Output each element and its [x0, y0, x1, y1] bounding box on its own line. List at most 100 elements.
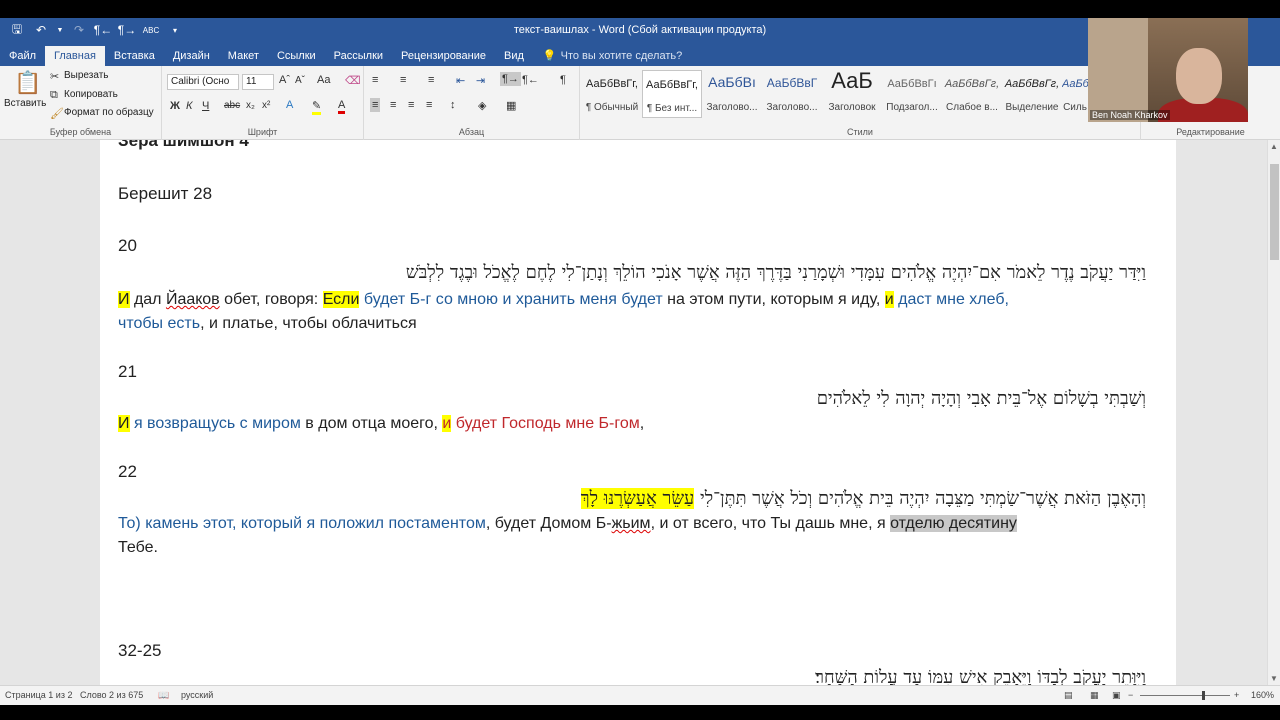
styles-group: АаБбВвГг, ¶ Обычный АаБбВвГг, ¶ Без инт.… [580, 66, 1140, 140]
style-no-spacing[interactable]: АаБбВвГг, ¶ Без инт... [642, 70, 702, 118]
vertical-scrollbar[interactable]: ▲ ▼ [1267, 140, 1280, 685]
tab-mailings[interactable]: Рассылки [325, 46, 392, 66]
lightbulb-icon: 💡 [542, 50, 557, 62]
word-count[interactable]: Слово 2 из 675 [80, 690, 143, 700]
print-layout-icon[interactable]: ▦ [1090, 690, 1099, 701]
paste-button[interactable]: Вставить [4, 98, 46, 109]
style-name: Заголово... [766, 102, 818, 113]
multilevel-list-icon[interactable]: ≡ [428, 74, 434, 86]
tab-design[interactable]: Дизайн [164, 46, 219, 66]
style-heading-2[interactable]: АаБбВвГ Заголово... [762, 70, 822, 118]
increase-indent-icon[interactable]: ⇥ [476, 74, 485, 87]
shrink-font-icon[interactable]: Aˇ [295, 75, 305, 86]
style-name: Подзагол... [886, 102, 938, 113]
scroll-down-icon[interactable]: ▼ [1270, 674, 1278, 683]
text-run: чтобы есть [118, 315, 201, 332]
scroll-up-icon[interactable]: ▲ [1270, 142, 1278, 151]
tab-file[interactable]: Файл [0, 46, 45, 66]
numbering-icon[interactable]: ≡ [400, 74, 406, 86]
tab-insert[interactable]: Вставка [105, 46, 164, 66]
style-preview: АаБ [831, 68, 873, 93]
zoom-out-icon[interactable]: − [1128, 690, 1133, 700]
page-count[interactable]: Страница 1 из 2 [5, 690, 72, 700]
align-center-icon[interactable]: ≡ [390, 99, 396, 111]
verse-number: 21 [118, 362, 137, 381]
copy-button[interactable]: Копировать [64, 89, 118, 100]
scroll-thumb[interactable] [1270, 164, 1279, 260]
webcam-background [1088, 18, 1148, 122]
zoom-slider[interactable] [1140, 691, 1230, 700]
paste-icon[interactable]: 📋 [14, 70, 41, 96]
superscript-icon[interactable]: x² [262, 100, 270, 111]
text-run: отделю десятину [890, 515, 1017, 532]
webcam-name: Ben Noah Kharkov [1090, 110, 1170, 120]
web-layout-icon[interactable]: ▣ [1112, 690, 1121, 701]
tab-view[interactable]: Вид [495, 46, 533, 66]
font-color-icon[interactable]: A [338, 99, 346, 114]
zoom-in-icon[interactable]: + [1234, 690, 1239, 700]
document-page[interactable]: Зера шимшон 4 Берешит 28 20 וַיִּדַּר יַ… [100, 140, 1176, 685]
style-preview: АаБбВвГг, [646, 79, 698, 91]
cut-button[interactable]: Вырезать [64, 70, 108, 81]
text-run: обет, говоря: [219, 291, 323, 308]
zoom-level[interactable]: 160% [1251, 690, 1274, 700]
tab-layout[interactable]: Макет [219, 46, 268, 66]
format-painter-icon[interactable]: 🖌 [50, 107, 64, 120]
style-preview: АаБбВı [708, 74, 756, 90]
tab-review[interactable]: Рецензирование [392, 46, 495, 66]
bold-icon[interactable]: Ж [170, 100, 180, 112]
decrease-indent-icon[interactable]: ⇤ [456, 74, 465, 87]
show-marks-icon[interactable]: ¶ [560, 74, 566, 86]
grow-font-icon[interactable]: Aˆ [279, 74, 290, 86]
editing-group-label: Редактирование [1176, 127, 1245, 137]
language[interactable]: русский [181, 690, 213, 700]
text-run: , будет Домом Б- [485, 515, 612, 532]
text-run: я возвращусь с миром [129, 415, 301, 432]
subscript-icon[interactable]: x₂ [246, 100, 255, 111]
font-size-combo[interactable]: 11 [242, 74, 274, 90]
tab-references[interactable]: Ссылки [268, 46, 325, 66]
align-right-icon[interactable]: ≡ [408, 99, 414, 111]
text-run: Йаакoв [165, 291, 220, 308]
tab-home[interactable]: Главная [45, 46, 105, 66]
proofing-icon[interactable]: 📖 [158, 690, 169, 701]
align-left-icon[interactable]: ≡ [370, 98, 381, 112]
style-subtitle[interactable]: АаБбВвГı Подзагол... [882, 70, 942, 118]
clipboard-group: 📋 Вставить ✂ Вырезать ⧉ Копировать 🖌 Фор… [0, 66, 162, 140]
webcam-person-head [1176, 48, 1222, 104]
shading-icon[interactable]: ◈ [478, 99, 486, 112]
justify-icon[interactable]: ≡ [426, 99, 432, 111]
style-heading-1[interactable]: АаБбВı Заголово... [702, 70, 762, 118]
highlight-color-icon[interactable]: ✎ [312, 99, 322, 115]
style-subtle-emphasis[interactable]: АаБбВвГг, Слабое в... [942, 70, 1002, 118]
text-run: И [118, 291, 130, 308]
read-mode-icon[interactable]: ▤ [1064, 690, 1073, 701]
tell-me-box[interactable]: 💡 Что вы хотите сделать? [543, 46, 682, 66]
text-run: будет Господь мне Б-гом [451, 415, 640, 432]
styles-group-label: Стили [847, 127, 873, 137]
ltr-text-icon[interactable]: ¶→ [500, 72, 521, 86]
font-group: Calibri (Осно 11 Aˆ Aˇ Aa ⌫ Ж К Ч abc x₂… [162, 66, 364, 140]
change-case-icon[interactable]: Aa [317, 74, 330, 86]
verse-number: 20 [118, 236, 137, 255]
italic-icon[interactable]: К [186, 100, 192, 112]
zoom-slider-knob[interactable] [1202, 691, 1205, 700]
style-intense-emphasis[interactable]: АаБб Силь [1062, 70, 1088, 118]
copy-icon[interactable]: ⧉ [50, 89, 58, 102]
strikethrough-icon[interactable]: abc [224, 100, 240, 111]
text-effects-icon[interactable]: A [286, 99, 293, 111]
underline-icon[interactable]: Ч [202, 100, 209, 112]
format-painter-button[interactable]: Формат по образцу [64, 107, 154, 118]
line-spacing-icon[interactable]: ↕ [450, 99, 456, 111]
scissors-icon[interactable]: ✂ [50, 70, 59, 83]
bullets-icon[interactable]: ≡ [372, 74, 378, 86]
font-name-combo[interactable]: Calibri (Осно [167, 74, 239, 90]
rtl-text-icon[interactable]: ¶← [522, 74, 539, 86]
style-title[interactable]: АаБ Заголовок [822, 68, 882, 118]
word-window: 🖫 ↶ ▼ ↷ ¶← ¶→ ABC ▾ текст-ваишлах - Word… [0, 0, 1280, 705]
clear-format-icon[interactable]: ⌫ [345, 74, 361, 87]
borders-icon[interactable]: ▦ [506, 99, 516, 112]
style-emphasis[interactable]: АаБбВвГг, Выделение [1002, 70, 1062, 118]
paragraph-group-label: Абзац [458, 127, 485, 137]
style-normal[interactable]: АаБбВвГг, ¶ Обычный [582, 70, 642, 118]
